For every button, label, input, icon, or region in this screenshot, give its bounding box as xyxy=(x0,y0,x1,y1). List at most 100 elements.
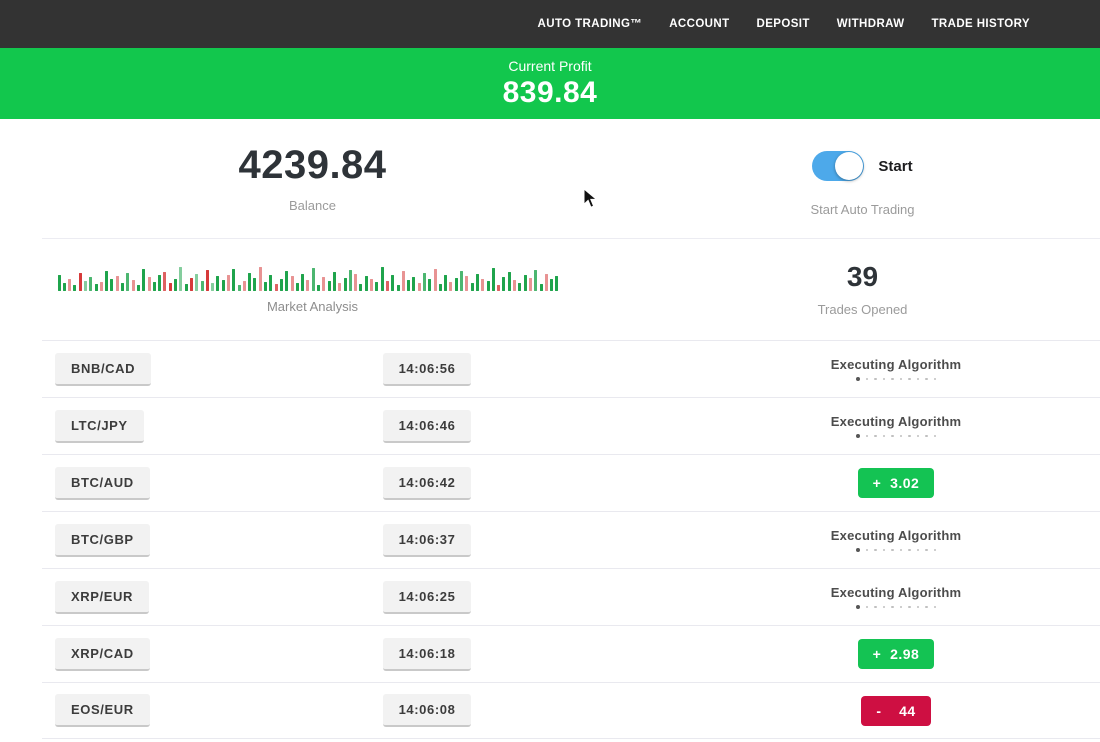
trade-row: BNB/CAD 14:06:56 Executing Algorithm xyxy=(42,340,1100,397)
pair-badge[interactable]: XRP/EUR xyxy=(55,581,149,614)
market-bar xyxy=(386,281,389,291)
market-bar xyxy=(397,285,400,291)
pair-badge[interactable]: BTC/GBP xyxy=(55,524,150,557)
nav-item-trade-history[interactable]: TRADE HISTORY xyxy=(932,18,1031,30)
market-bar xyxy=(201,281,204,291)
nav-item-deposit[interactable]: DEPOSIT xyxy=(757,18,810,30)
market-bar xyxy=(280,279,283,291)
market-bar xyxy=(328,281,331,291)
market-bar xyxy=(121,283,124,291)
progress-dots xyxy=(831,434,961,438)
pair-badge[interactable]: BNB/CAD xyxy=(55,353,151,386)
auto-trading-toggle[interactable] xyxy=(812,151,864,181)
market-bar xyxy=(439,284,442,291)
market-bar xyxy=(524,275,527,291)
trade-row: LTC/JPY 14:06:46 Executing Algorithm xyxy=(42,397,1100,454)
status-executing: Executing Algorithm xyxy=(831,414,961,438)
pair-badge[interactable]: LTC/JPY xyxy=(55,410,144,443)
market-bar xyxy=(195,274,198,291)
market-bar xyxy=(163,272,166,291)
market-bar xyxy=(126,273,129,291)
market-bar xyxy=(301,274,304,291)
market-bar xyxy=(540,284,543,291)
market-bar xyxy=(502,277,505,291)
current-profit-banner: Current Profit 839.84 xyxy=(0,48,1100,119)
market-bar xyxy=(312,268,315,291)
trade-row: XRP/EUR14:06:25Executing Algorithm xyxy=(42,568,1100,625)
market-bar xyxy=(518,283,521,291)
market-bar xyxy=(476,274,479,291)
market-bar xyxy=(253,278,256,291)
market-bar xyxy=(84,281,87,291)
market-bar xyxy=(487,281,490,291)
market-analysis-label: Market Analysis xyxy=(0,299,625,314)
market-bar xyxy=(206,270,209,291)
market-bar xyxy=(132,280,135,291)
market-bar xyxy=(79,273,82,291)
market-bar xyxy=(465,276,468,291)
trade-row: BTC/AUD 14:06:42 + 3.02 xyxy=(42,454,1100,511)
market-bar xyxy=(423,273,426,291)
market-bar xyxy=(105,271,108,291)
market-bar xyxy=(407,280,410,291)
status-executing: Executing Algorithm xyxy=(831,357,961,381)
market-bar xyxy=(137,285,140,291)
current-profit-value: 839.84 xyxy=(0,76,1100,110)
market-bar xyxy=(63,283,66,291)
market-bar xyxy=(264,282,267,291)
market-bar xyxy=(222,280,225,291)
profit-badge: + 3.02 xyxy=(858,468,935,498)
nav-item-account[interactable]: ACCOUNT xyxy=(669,18,729,30)
pair-badge[interactable]: XRP/CAD xyxy=(55,638,150,671)
profit-badge: + 2.98 xyxy=(858,639,935,669)
market-bar xyxy=(227,275,230,291)
start-auto-trading-caption: Start Auto Trading xyxy=(625,202,1100,217)
market-analysis-chart xyxy=(58,255,568,291)
progress-dots xyxy=(831,548,961,552)
market-bar xyxy=(275,284,278,291)
loss-badge: - 44 xyxy=(861,696,930,726)
market-bar xyxy=(68,279,71,291)
market-bar xyxy=(153,282,156,291)
market-bar xyxy=(381,267,384,291)
market-bar xyxy=(513,280,516,291)
pair-badge[interactable]: EOS/EUR xyxy=(55,694,150,727)
market-bar xyxy=(545,274,548,291)
market-bar xyxy=(370,279,373,291)
market-bar xyxy=(481,279,484,291)
balance-label: Balance xyxy=(0,198,625,213)
market-bar xyxy=(338,283,341,291)
market-bar xyxy=(158,275,161,291)
time-badge: 14:06:46 xyxy=(383,410,472,443)
top-navbar: AUTO TRADING™ ACCOUNT DEPOSIT WITHDRAW TRADE… xyxy=(0,0,1100,48)
market-bar xyxy=(116,276,119,291)
market-bar xyxy=(110,279,113,291)
market-bar xyxy=(238,285,241,291)
nav-item-auto-trading[interactable]: AUTO TRADING™ xyxy=(538,18,643,30)
market-bar xyxy=(58,275,61,291)
stats-row-market: Market Analysis 39 Trades Opened xyxy=(0,239,1100,340)
market-bar xyxy=(333,272,336,291)
pair-badge[interactable]: BTC/AUD xyxy=(55,467,150,500)
trades-opened-label: Trades Opened xyxy=(625,302,1100,317)
market-bar xyxy=(555,276,558,291)
market-bar xyxy=(190,278,193,291)
market-bar xyxy=(216,276,219,291)
market-bar xyxy=(550,279,553,291)
time-badge: 14:06:56 xyxy=(383,353,472,386)
market-bar xyxy=(344,278,347,291)
time-badge: 14:06:42 xyxy=(383,467,472,500)
market-bar xyxy=(148,277,151,291)
market-bar xyxy=(492,268,495,291)
market-bar xyxy=(460,271,463,291)
market-bar xyxy=(359,284,362,291)
market-bar xyxy=(169,283,172,291)
market-bar xyxy=(259,267,262,291)
market-bar xyxy=(185,284,188,291)
time-badge: 14:06:25 xyxy=(383,581,472,614)
time-badge: 14:06:37 xyxy=(383,524,472,557)
nav-item-withdraw[interactable]: WITHDRAW xyxy=(837,18,905,30)
market-bar xyxy=(306,280,309,291)
market-bar xyxy=(434,269,437,291)
market-bar xyxy=(349,270,352,291)
